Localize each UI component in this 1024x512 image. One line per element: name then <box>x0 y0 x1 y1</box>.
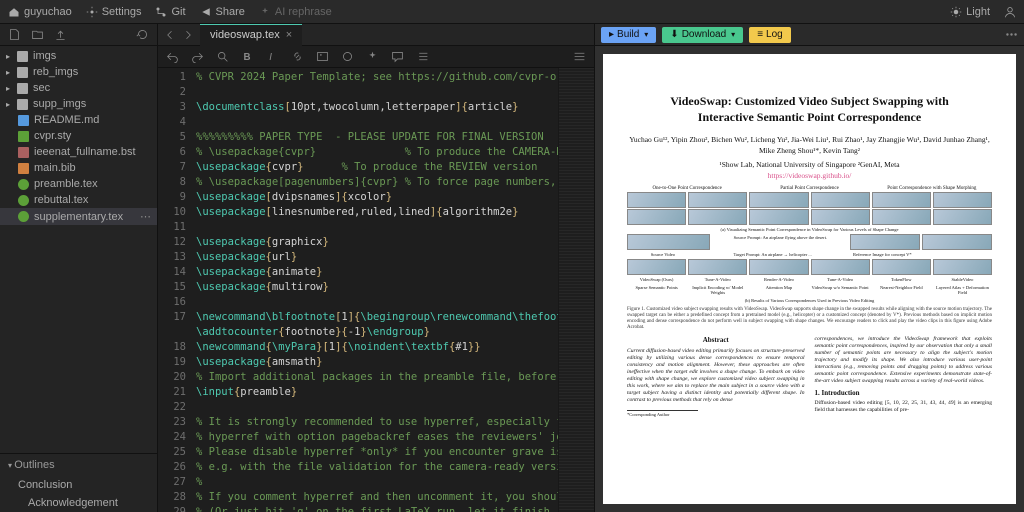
share-button[interactable]: Share <box>200 6 245 18</box>
file-icon <box>18 115 29 126</box>
top-bar: guyuchao Settings Git Share AI rephrase … <box>0 0 1024 24</box>
account-icon[interactable] <box>1004 6 1016 18</box>
italic-icon[interactable]: I <box>266 50 279 63</box>
more-icon[interactable] <box>573 50 586 63</box>
file-icon <box>18 179 29 190</box>
folder-icon <box>17 83 28 94</box>
outline-item[interactable]: Conclusion <box>0 476 157 494</box>
file-name: README.md <box>34 114 99 126</box>
paper-title: VideoSwap: Customized Video Subject Swap… <box>627 94 992 125</box>
file-tree: imgs reb_imgssec supp_imgs README.md cvpr.st… <box>0 46 157 453</box>
figure-1: One-to-One Point CorrespondencePartial P… <box>627 186 992 331</box>
bold-icon[interactable]: B <box>241 50 254 63</box>
file-tree-item[interactable]: README.md <box>0 112 157 128</box>
preview-more-icon[interactable] <box>1005 28 1018 41</box>
sparkle-icon[interactable] <box>366 50 379 63</box>
file-icon <box>18 131 29 142</box>
list-icon[interactable] <box>416 50 429 63</box>
file-tree-item[interactable]: preamble.tex <box>0 176 157 192</box>
file-name: imgs <box>33 50 56 62</box>
file-name: reb_imgs <box>33 66 78 78</box>
file-tree-item[interactable]: reb_imgs <box>0 64 157 80</box>
file-tree-item[interactable]: supp_imgs <box>0 96 157 112</box>
undo-icon[interactable] <box>166 50 179 63</box>
tab-bar: videoswap.tex × <box>158 24 594 46</box>
file-tree-item[interactable]: ieeenat_fullname.bst <box>0 144 157 160</box>
image-icon[interactable] <box>316 50 329 63</box>
comment-icon[interactable] <box>391 50 404 63</box>
minimap[interactable] <box>558 68 594 512</box>
file-icon <box>18 163 29 174</box>
tab-label: videoswap.tex <box>210 29 280 41</box>
pdf-preview-pane: ▸ Build ⬇ Download ≡ Log VideoSwap: Cust… <box>594 24 1024 512</box>
preview-toolbar: ▸ Build ⬇ Download ≡ Log <box>595 24 1024 46</box>
paper-body: Abstract Current diffusion-based video e… <box>627 336 992 417</box>
outline-header[interactable]: Outlines <box>0 454 157 476</box>
svg-text:B: B <box>243 52 250 63</box>
theme-toggle[interactable]: Light <box>950 6 990 18</box>
settings-button[interactable]: Settings <box>86 6 142 18</box>
paper-url: https://videoswap.github.io/ <box>627 171 992 180</box>
refresh-icon[interactable] <box>136 28 149 41</box>
search-icon[interactable] <box>216 50 229 63</box>
file-icon <box>18 195 29 206</box>
file-name: sec <box>33 82 50 94</box>
pdf-page[interactable]: VideoSwap: Customized Video Subject Swap… <box>603 54 1016 504</box>
paper-authors: Yuchao Gu¹², Yipin Zhou², Bichen Wu², Li… <box>627 135 992 156</box>
file-name: supp_imgs <box>33 98 86 110</box>
file-tree-item[interactable]: supplementary.tex ⋯ <box>0 208 157 225</box>
nav-back-icon[interactable] <box>164 29 176 41</box>
file-tree-item[interactable]: main.bib <box>0 160 157 176</box>
file-tree-item[interactable]: imgs <box>0 48 157 64</box>
editor-pane: videoswap.tex × B I 12345678910111213141… <box>158 24 594 512</box>
new-folder-icon[interactable] <box>31 28 44 41</box>
editor-tab[interactable]: videoswap.tex × <box>200 24 302 46</box>
ai-rephrase-button[interactable]: AI rephrase <box>259 6 332 18</box>
download-button[interactable]: ⬇ Download <box>662 27 743 43</box>
file-name: preamble.tex <box>34 178 98 190</box>
outline-item[interactable]: Acknowledgement <box>0 494 157 512</box>
outline-panel: Outlines Conclusion Acknowledgement <box>0 453 157 512</box>
build-button[interactable]: ▸ Build <box>601 27 656 43</box>
file-name: main.bib <box>34 162 76 174</box>
folder-icon <box>17 99 28 110</box>
file-icon <box>18 211 29 222</box>
upload-icon[interactable] <box>54 28 67 41</box>
file-tree-item[interactable]: rebuttal.tex <box>0 192 157 208</box>
home-button[interactable]: guyuchao <box>8 6 72 18</box>
file-name: rebuttal.tex <box>34 194 88 206</box>
file-menu-icon[interactable]: ⋯ <box>140 210 151 223</box>
nav-forward-icon[interactable] <box>182 29 194 41</box>
color-icon[interactable] <box>341 50 354 63</box>
editor-toolbar: B I <box>158 46 594 68</box>
file-tree-item[interactable]: sec <box>0 80 157 96</box>
paper-affiliations: ¹Show Lab, National University of Singap… <box>627 160 992 169</box>
file-icon <box>18 147 29 158</box>
new-file-icon[interactable] <box>8 28 21 41</box>
log-button[interactable]: ≡ Log <box>749 27 791 43</box>
svg-text:I: I <box>269 52 272 63</box>
redo-icon[interactable] <box>191 50 204 63</box>
folder-icon <box>17 67 28 78</box>
file-sidebar: imgs reb_imgssec supp_imgs README.md cvpr.st… <box>0 24 158 512</box>
file-tree-item[interactable]: cvpr.sty <box>0 128 157 144</box>
link-icon[interactable] <box>291 50 304 63</box>
file-name: cvpr.sty <box>34 130 71 142</box>
folder-icon <box>17 51 28 62</box>
figure-caption: Figure 1. Customized video subject swapp… <box>627 307 992 331</box>
file-name: ieeenat_fullname.bst <box>34 146 136 158</box>
file-name: supplementary.tex <box>34 211 123 223</box>
git-button[interactable]: Git <box>155 6 185 18</box>
sidebar-toolbar <box>0 24 157 46</box>
close-tab-icon[interactable]: × <box>286 29 292 41</box>
code-editor[interactable]: 1234567891011121314151617181920212223242… <box>158 68 594 512</box>
